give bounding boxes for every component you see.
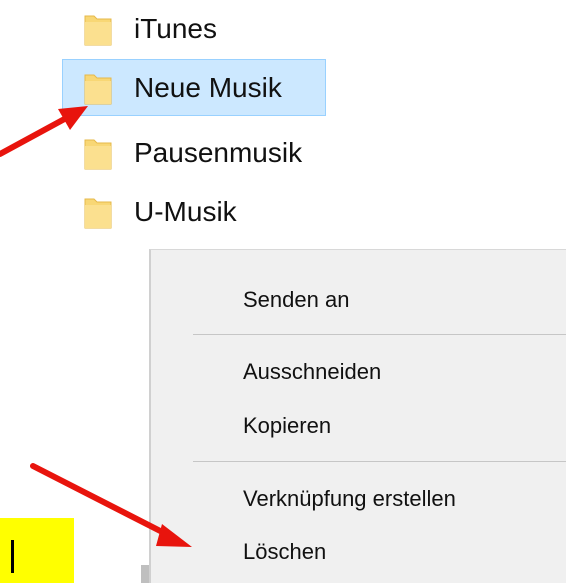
folder-item-pausenmusik[interactable]: Pausenmusik bbox=[62, 124, 326, 181]
folder-icon bbox=[84, 198, 112, 229]
menu-item-label: Verknüpfung erstellen bbox=[243, 486, 456, 511]
menu-item-label: Kopieren bbox=[243, 413, 332, 438]
menu-item-label: Ausschneiden bbox=[243, 359, 382, 384]
menu-separator bbox=[193, 334, 566, 335]
menu-item-senden-an[interactable]: Senden an bbox=[151, 278, 566, 322]
menu-item-label: Löschen bbox=[243, 539, 327, 564]
folder-item-itunes[interactable]: iTunes bbox=[62, 0, 326, 57]
context-menu: Senden an Ausschneiden Kopieren Verknüpf… bbox=[149, 249, 566, 583]
folder-label: Pausenmusik bbox=[134, 137, 303, 168]
folder-icon bbox=[84, 74, 112, 105]
folder-icon bbox=[84, 15, 112, 46]
folder-label: iTunes bbox=[134, 13, 218, 44]
folder-label: Neue Musik bbox=[134, 72, 282, 103]
menu-item-label: Senden an bbox=[243, 287, 350, 312]
menu-item-kopieren[interactable]: Kopieren bbox=[151, 404, 566, 448]
text-cursor bbox=[11, 540, 14, 573]
folder-item-neue-musik[interactable]: Neue Musik bbox=[62, 59, 326, 116]
menu-item-loeschen[interactable]: Löschen bbox=[151, 530, 566, 574]
folder-icon bbox=[84, 139, 112, 170]
menu-separator bbox=[193, 461, 566, 462]
folder-label: U-Musik bbox=[134, 196, 237, 227]
menu-item-verknuepfung-erstellen[interactable]: Verknüpfung erstellen bbox=[151, 477, 566, 521]
folder-item-u-musik[interactable]: U-Musik bbox=[62, 183, 326, 240]
menu-item-ausschneiden[interactable]: Ausschneiden bbox=[151, 350, 566, 394]
explorer-folder-list: iTunes Neue Musik Pausenmusik U-Musik bbox=[62, 0, 328, 246]
scrollbar-grip[interactable] bbox=[141, 565, 149, 583]
